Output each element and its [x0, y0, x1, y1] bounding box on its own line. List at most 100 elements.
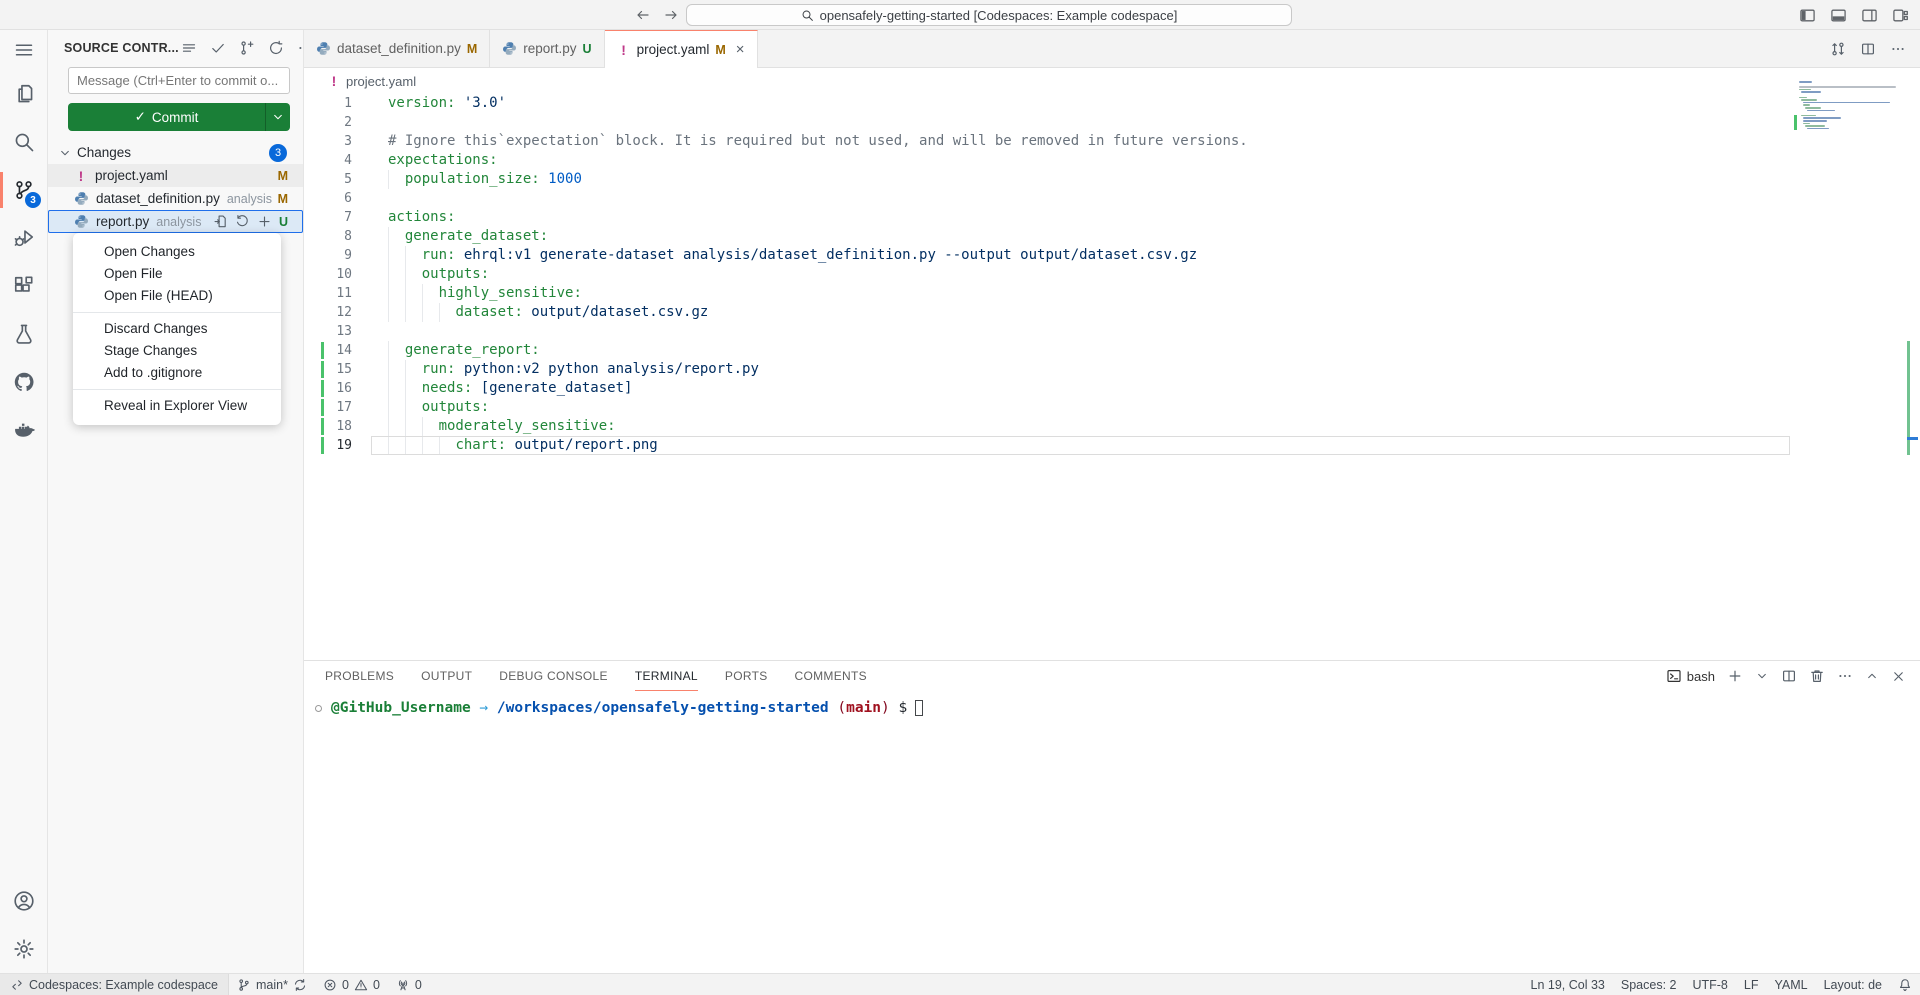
- editor-tab-bar: dataset_definition.py M report.py U ! pr…: [304, 30, 1920, 68]
- minimap-change-bar: [1794, 115, 1797, 131]
- line-gutter: 18: [304, 417, 388, 436]
- problems-status[interactable]: 00: [315, 974, 388, 995]
- activity-item-extensions[interactable]: [0, 262, 47, 310]
- activity-item-run-debug[interactable]: [0, 214, 47, 262]
- close-tab-icon[interactable]: ×: [736, 42, 745, 57]
- commit-check-button[interactable]: [208, 38, 228, 58]
- more-icon: [1890, 41, 1906, 57]
- plus-button[interactable]: [1727, 668, 1743, 684]
- command-center-search[interactable]: opensafely-getting-started [Codespaces: …: [686, 4, 1292, 26]
- panel-tab-problems[interactable]: PROBLEMS: [325, 661, 394, 691]
- panel-tab-ports[interactable]: PORTS: [725, 661, 768, 691]
- notifications[interactable]: [1890, 974, 1920, 995]
- view-as-list-button[interactable]: [179, 38, 199, 58]
- scm-file-row[interactable]: ! project.yaml M: [48, 164, 303, 187]
- line-number: 6: [304, 189, 352, 208]
- yaml-file-icon: !: [617, 42, 631, 58]
- command-decoration-icon[interactable]: [315, 705, 322, 712]
- go-to-file-button[interactable]: [213, 214, 228, 229]
- layout-sidebar-right-button[interactable]: [1857, 3, 1881, 27]
- code-line: 10 outputs:: [304, 265, 1920, 284]
- extensions-icon: [13, 275, 35, 297]
- discard-button[interactable]: [235, 214, 250, 229]
- editor-tab[interactable]: ! project.yaml M ×: [605, 30, 758, 68]
- context-menu-item[interactable]: Stage Changes: [73, 340, 281, 362]
- scm-file-row[interactable]: dataset_definition.py analysis M: [48, 187, 303, 210]
- line-number: 12: [304, 303, 352, 322]
- tab-git-badge: M: [467, 42, 477, 56]
- layout-custom-button[interactable]: [1888, 3, 1912, 27]
- split-editor-button[interactable]: [1860, 41, 1876, 57]
- more-button[interactable]: [1837, 668, 1853, 684]
- keyboard-layout[interactable]: Layout: de: [1816, 974, 1890, 995]
- refresh-button[interactable]: [266, 38, 286, 58]
- layout-sidebar-left-button[interactable]: [1795, 3, 1819, 27]
- python-file-icon: [502, 41, 517, 56]
- line-number: 16: [304, 379, 352, 398]
- chevron-down-button[interactable]: [1755, 669, 1769, 683]
- editor-scrollbar[interactable]: [1905, 68, 1920, 660]
- changes-section-header[interactable]: Changes 3: [48, 141, 303, 164]
- chevron-up-button[interactable]: [1865, 669, 1879, 683]
- activity-item-source-control[interactable]: 3: [0, 166, 47, 214]
- stage-plus-button[interactable]: [257, 214, 272, 229]
- ports-status[interactable]: 0: [388, 974, 430, 995]
- activity-item-settings[interactable]: [0, 925, 47, 973]
- menu-icon: [14, 40, 34, 60]
- indentation[interactable]: Spaces: 2: [1613, 974, 1685, 995]
- activity-item-docker[interactable]: [0, 406, 47, 454]
- encoding[interactable]: UTF-8: [1684, 974, 1735, 995]
- activity-item-account[interactable]: [0, 877, 47, 925]
- workbench: 3 SOURCE CONTR... ✓ Commit: [0, 30, 1920, 973]
- context-menu-item[interactable]: Open Changes: [73, 241, 281, 263]
- panel-tab-terminal[interactable]: TERMINAL: [635, 661, 698, 691]
- code-line: 3 # Ignore this`expectation` block. It i…: [304, 132, 1920, 151]
- commit-button[interactable]: ✓ Commit: [68, 103, 290, 131]
- branch-status[interactable]: main*: [229, 974, 315, 995]
- activity-item-testing[interactable]: [0, 310, 47, 358]
- line-number: 3: [304, 132, 352, 151]
- open-changes-button[interactable]: [1830, 41, 1846, 57]
- editor-tab[interactable]: dataset_definition.py M: [304, 30, 490, 67]
- more-button[interactable]: [1890, 41, 1906, 57]
- context-menu-item[interactable]: Open File (HEAD): [73, 285, 281, 307]
- context-menu-item[interactable]: Reveal in Explorer View: [73, 395, 281, 417]
- activity-item-search[interactable]: [0, 118, 47, 166]
- layout-sidebar-left-icon: [1799, 7, 1816, 24]
- activity-item-explorer[interactable]: [0, 70, 47, 118]
- shell-selector[interactable]: bash: [1666, 668, 1715, 684]
- layout-panel-button[interactable]: [1826, 3, 1850, 27]
- branch-create-button[interactable]: [237, 38, 257, 58]
- language-mode[interactable]: YAML: [1766, 974, 1815, 995]
- shell-label: bash: [1687, 669, 1715, 684]
- trash-button[interactable]: [1809, 668, 1825, 684]
- close-x-button[interactable]: [1891, 669, 1906, 684]
- chevron-down-icon: [58, 146, 72, 160]
- context-menu-item[interactable]: Open File: [73, 263, 281, 285]
- eol[interactable]: LF: [1736, 974, 1767, 995]
- activity-item-menu[interactable]: [0, 30, 47, 70]
- commit-dropdown-button[interactable]: [266, 103, 290, 131]
- status-text: Spaces: 2: [1621, 978, 1677, 992]
- panel-tab-output[interactable]: OUTPUT: [421, 661, 472, 691]
- terminal-text: @GitHub_Username: [331, 700, 471, 716]
- open-changes-icon: [1830, 41, 1846, 57]
- commit-message-input[interactable]: [68, 67, 290, 94]
- breadcrumb[interactable]: ! project.yaml: [304, 68, 1920, 94]
- activity-item-github[interactable]: [0, 358, 47, 406]
- back-button[interactable]: [630, 3, 656, 27]
- explorer-icon: [13, 83, 35, 105]
- cursor-position[interactable]: Ln 19, Col 33: [1523, 974, 1613, 995]
- forward-button[interactable]: [658, 3, 684, 27]
- panel-tab-comments[interactable]: COMMENTS: [795, 661, 867, 691]
- code-editor[interactable]: 1 version: '3.0' 2 3 # Ignore this`expec…: [304, 94, 1920, 455]
- editor-tab[interactable]: report.py U: [490, 30, 604, 67]
- context-menu-item[interactable]: Add to .gitignore: [73, 362, 281, 384]
- remote-indicator[interactable]: Codespaces: Example codespace: [0, 974, 229, 995]
- panel-tab-debug-console[interactable]: DEBUG CONSOLE: [499, 661, 608, 691]
- split-editor-button[interactable]: [1781, 668, 1797, 684]
- terminal[interactable]: @GitHub_Username → /workspaces/opensafel…: [304, 691, 1920, 973]
- terminal-text: ): [881, 700, 890, 716]
- context-menu-item[interactable]: Discard Changes: [73, 318, 281, 340]
- scm-file-row[interactable]: report.py analysis U: [48, 210, 303, 233]
